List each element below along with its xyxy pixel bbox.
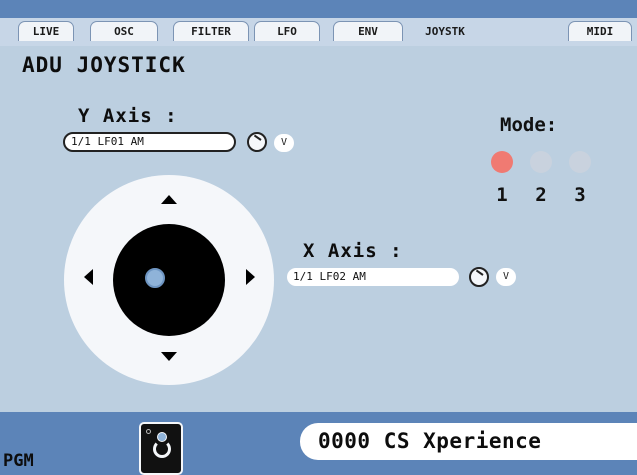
tab-filter[interactable]: FILTER <box>173 21 249 41</box>
arrow-down-icon[interactable] <box>161 352 177 361</box>
ring-icon <box>153 440 171 458</box>
pgm-label: PGM <box>3 451 34 471</box>
preset-name-display[interactable]: 0000 CS Xperience <box>300 423 637 460</box>
tab-joystk[interactable]: JOYSTK <box>409 21 481 41</box>
mode-3-label: 3 <box>574 184 586 206</box>
x-axis-label: X Axis : <box>303 240 403 262</box>
mode-1-indicator[interactable] <box>491 151 513 173</box>
mode-1-label: 1 <box>496 184 508 206</box>
y-axis-v-button[interactable]: V <box>274 134 294 152</box>
mode-2-indicator[interactable] <box>530 151 552 173</box>
mode-label: Mode: <box>500 114 558 136</box>
y-axis-knob-icon[interactable] <box>247 132 267 152</box>
tab-midi[interactable]: MIDI <box>568 21 632 41</box>
arrow-up-icon[interactable] <box>161 195 177 204</box>
arrow-right-icon[interactable] <box>246 269 255 285</box>
ball-icon <box>157 432 167 442</box>
tab-live[interactable]: LIVE <box>18 21 74 41</box>
mode-3-indicator[interactable] <box>569 151 591 173</box>
arrow-left-icon[interactable] <box>84 269 93 285</box>
joystick-inner-area[interactable] <box>113 224 225 336</box>
tab-lfo[interactable]: LFO <box>254 21 320 41</box>
mini-dot-icon <box>146 429 151 434</box>
joystick-cursor[interactable] <box>145 268 165 288</box>
mode-2-label: 2 <box>535 184 547 206</box>
y-axis-source-field[interactable]: 1/1 LF01 AM <box>63 132 236 152</box>
joystick-program-icon[interactable] <box>139 422 183 475</box>
page-title: ADU JOYSTICK <box>22 53 186 77</box>
tab-osc[interactable]: OSC <box>90 21 158 41</box>
x-axis-source-field[interactable]: 1/1 LF02 AM <box>287 268 459 286</box>
x-axis-knob-icon[interactable] <box>469 267 489 287</box>
y-axis-label: Y Axis : <box>78 105 178 127</box>
tab-env[interactable]: ENV <box>333 21 403 41</box>
x-axis-v-button[interactable]: V <box>496 268 516 286</box>
